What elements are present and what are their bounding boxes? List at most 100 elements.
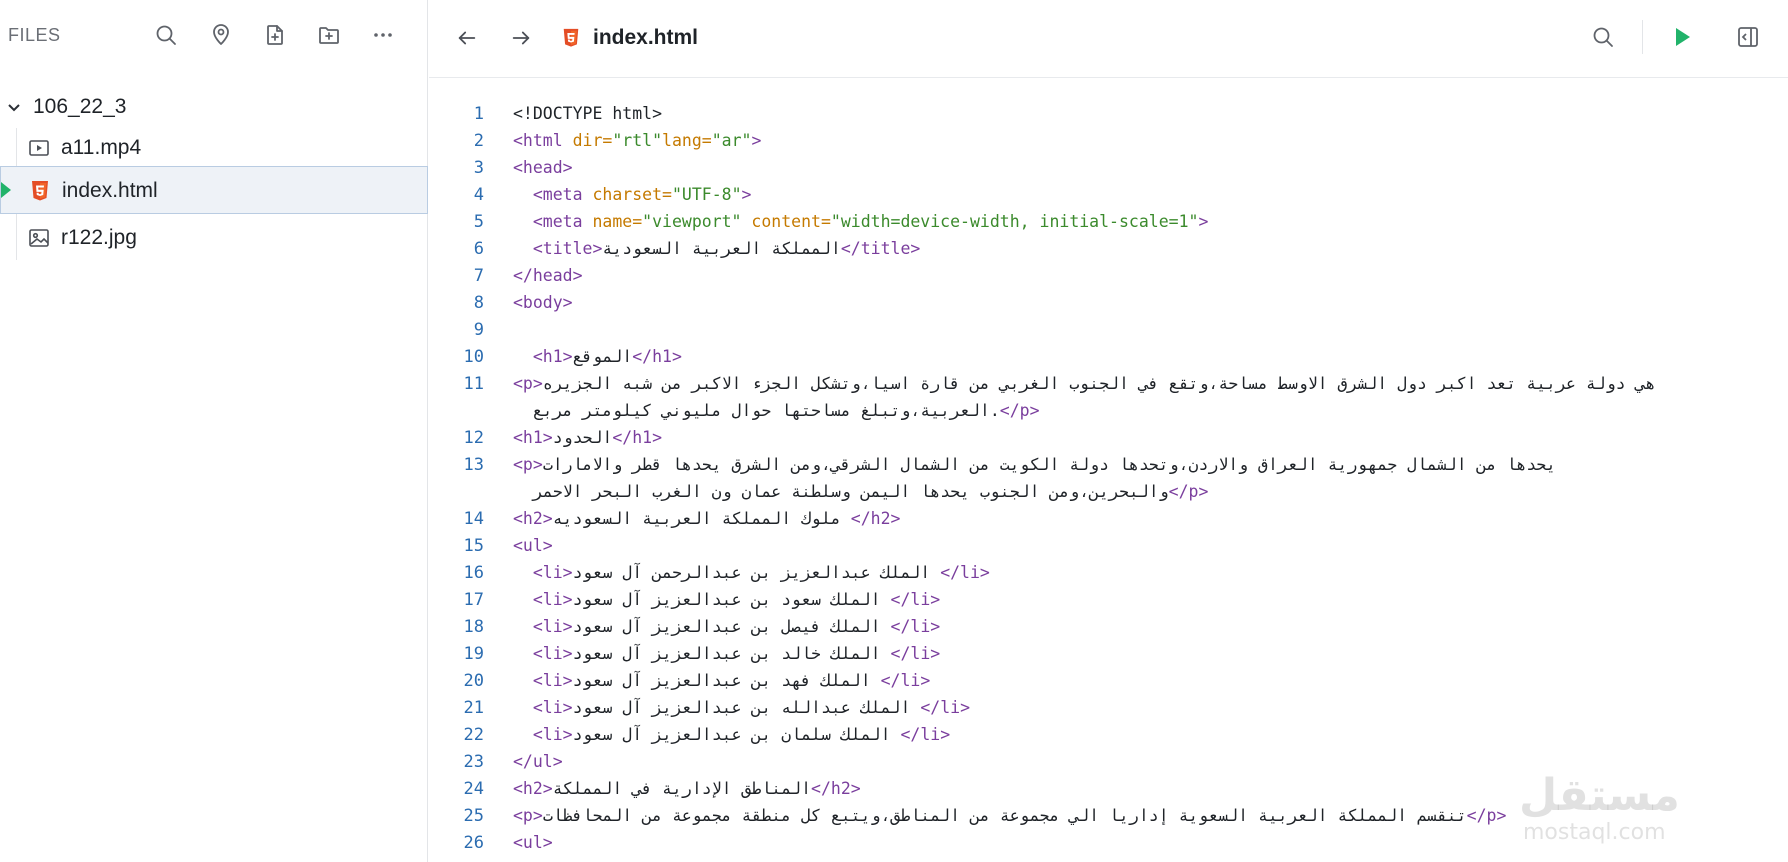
files-title: FILES xyxy=(8,25,61,45)
line-number: 1 xyxy=(473,104,484,124)
location-pin-icon[interactable] xyxy=(206,20,236,50)
code-token: "rtl" xyxy=(612,131,663,150)
code-token: </p> xyxy=(1466,806,1507,825)
code-token: <html xyxy=(513,131,573,150)
code-token: <meta xyxy=(532,185,593,204)
code-token: يحدها من الشمال جمهورية العراق والاردن،و… xyxy=(542,455,1557,474)
code-line: <p>تنقسم المملكة العربية السعوية إداريا … xyxy=(513,806,1506,825)
code-line: <ul> xyxy=(513,536,553,555)
code-token: </h2> xyxy=(811,779,861,798)
code-token: الحدود xyxy=(552,428,613,447)
line-number: 12 xyxy=(463,428,484,448)
file-row-r122-jpg[interactable]: r122.jpg xyxy=(0,214,428,262)
code-line: <title>المملكة العربية السعودية</title> xyxy=(513,239,920,258)
code-token: الموقع xyxy=(572,347,633,366)
code-line: <li>الملك عبدالعزيز بن عبدالرحمن آل سعود… xyxy=(513,563,990,582)
line-number: 11 xyxy=(463,374,484,394)
code-token: </li> xyxy=(890,590,941,609)
watermark: مستقل xyxy=(1519,770,1680,821)
code-token: الملك خالد بن عبدالعزيز آل سعود xyxy=(572,644,891,663)
code-line: <ul> xyxy=(513,833,553,852)
line-number: 3 xyxy=(473,158,484,178)
code-token: العربية،وتبلغ مساحتها حوال مليوني كيلومت… xyxy=(513,401,1000,420)
code-token: <ul> xyxy=(513,536,553,555)
chevron-down-icon[interactable] xyxy=(6,99,22,115)
search-icon[interactable] xyxy=(151,20,181,50)
file-name: a11.mp4 xyxy=(61,136,142,159)
code-token: الملك عبدالله بن عبدالعزيز آل سعود xyxy=(572,698,921,717)
video-file-icon xyxy=(28,137,50,159)
code-token: هي دولة عربية تعد اكبر دول الشرق الاوسط … xyxy=(542,374,1656,393)
file-row-index-html[interactable]: index.html xyxy=(0,166,428,214)
line-number: 21 xyxy=(463,698,484,718)
code-token: </p> xyxy=(1168,482,1209,501)
code-line: <!DOCTYPE html> xyxy=(513,104,662,123)
code-token: <h2> xyxy=(513,779,553,798)
code-token: الملك فهد بن عبدالعزيز آل سعود xyxy=(572,671,881,690)
code-token: "ar" xyxy=(711,131,752,150)
active-file-tab[interactable]: index.html xyxy=(561,22,698,54)
code-line: </head> xyxy=(513,266,583,285)
code-line: <h2>المناطق الإدارية في المملكة</h2> xyxy=(513,779,861,798)
line-number: 25 xyxy=(463,806,484,826)
line-number: 23 xyxy=(463,752,484,772)
more-horizontal-icon[interactable] xyxy=(368,20,398,50)
line-number: 26 xyxy=(463,833,484,853)
file-name: r122.jpg xyxy=(61,226,137,249)
line-number: 22 xyxy=(463,725,484,745)
search-icon[interactable] xyxy=(1586,20,1620,54)
split-panel-icon[interactable] xyxy=(1731,20,1765,54)
run-icon[interactable] xyxy=(1665,20,1699,54)
code-token: الملك فيصل بن عبدالعزيز آل سعود xyxy=(572,617,891,636)
code-token: > xyxy=(741,185,752,204)
back-arrow-icon[interactable] xyxy=(451,22,483,54)
code-line: <p>يحدها من الشمال جمهورية العراق والارد… xyxy=(513,455,1556,474)
code-token: > xyxy=(751,131,762,150)
code-token: <ul> xyxy=(513,833,553,852)
new-file-icon[interactable] xyxy=(260,20,290,50)
code-line: <h1>الحدود</h1> xyxy=(513,428,662,447)
code-token: </li> xyxy=(940,563,990,582)
code-line: <li>الملك سعود بن عبدالعزيز آل سعود </li… xyxy=(513,590,940,609)
line-number: 13 xyxy=(463,455,484,475)
file-row-a11-mp4[interactable]: a11.mp4 xyxy=(0,124,428,172)
code-token: </li> xyxy=(890,617,941,636)
folder-row[interactable]: 106_22_3 xyxy=(0,86,428,126)
code-token: </p> xyxy=(999,401,1040,420)
line-number: 20 xyxy=(463,671,484,691)
code-token: </li> xyxy=(890,644,941,663)
code-line: <li>الملك خالد بن عبدالعزيز آل سعود </li… xyxy=(513,644,940,663)
active-file-name: index.html xyxy=(593,26,699,49)
line-number: 8 xyxy=(473,293,484,313)
code-line: <body> xyxy=(513,293,573,312)
code-line: <h2>ملوك المملكة العربية السعوديه </h2> xyxy=(513,509,900,528)
code-token: </ul> xyxy=(513,752,563,771)
editor-header: index.html xyxy=(429,0,1788,78)
code-token: الملك عبدالعزيز بن عبدالرحمن آل سعود xyxy=(572,563,941,582)
new-folder-icon[interactable] xyxy=(314,20,344,50)
file-explorer-sidebar: FILES 106_22_3 a11.mp4 index.html r122.j… xyxy=(0,0,428,862)
code-token: المملكة العربية السعودية xyxy=(602,239,841,258)
code-token: الملك سلمان بن عبدالعزيز آل سعود xyxy=(572,725,901,744)
code-token: <h1> xyxy=(513,428,553,447)
code-token: تنقسم المملكة العربية السعوية إداريا الي… xyxy=(542,806,1467,825)
code-token: "UTF-8" xyxy=(671,185,742,204)
code-line: <meta name="viewport" content="width=dev… xyxy=(513,212,1209,231)
code-token: <p> xyxy=(513,806,543,825)
sidebar-header: FILES xyxy=(0,0,428,72)
code-token: <p> xyxy=(513,455,543,474)
code-token: <li> xyxy=(532,698,573,717)
code-line: والبحرين،ومن الجنوب يحدها اليمن وسلطنة ع… xyxy=(513,482,1209,501)
forward-arrow-icon[interactable] xyxy=(505,22,537,54)
code-line: </ul> xyxy=(513,752,563,771)
code-token: <h2> xyxy=(513,509,553,528)
code-line: العربية،وتبلغ مساحتها حوال مليوني كيلومت… xyxy=(513,401,1040,420)
code-token: <li> xyxy=(532,563,573,582)
